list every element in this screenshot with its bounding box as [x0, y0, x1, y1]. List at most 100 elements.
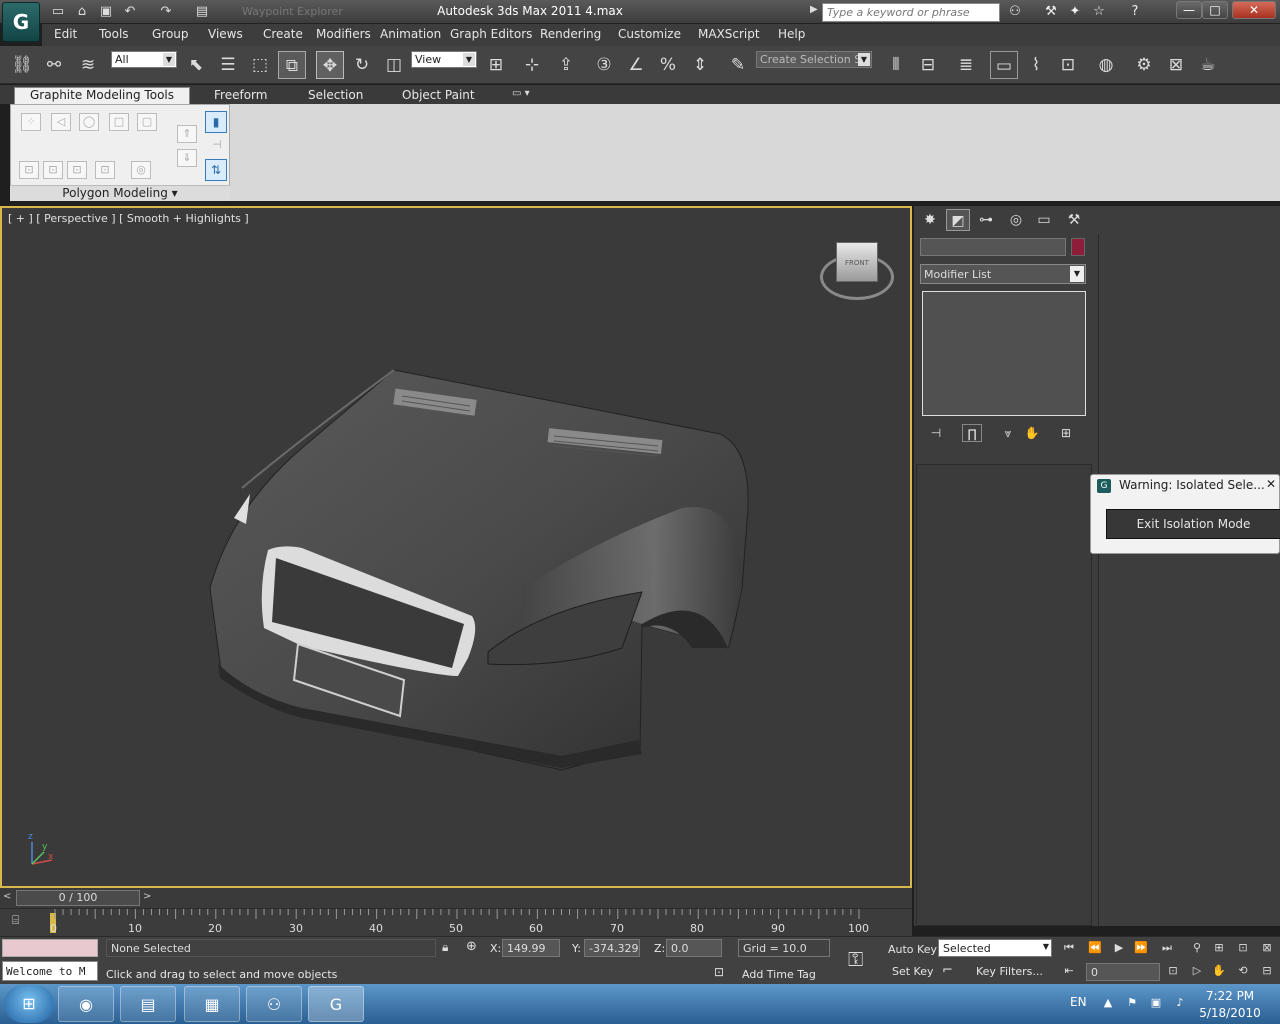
z-coordinate-field[interactable]: 0.0 [666, 939, 722, 957]
select-object-icon[interactable]: ⬉ [182, 51, 210, 79]
rendered-frame-window-icon[interactable]: ⊠ [1162, 51, 1190, 79]
messenger-icon[interactable]: ⚇ [246, 986, 302, 1022]
edge-mode-icon[interactable]: ◁ [51, 113, 71, 131]
start-button[interactable]: ⊞ [4, 985, 54, 1023]
align-icon[interactable]: ⊟ [914, 51, 942, 79]
tab-freeform[interactable]: Freeform [206, 87, 275, 104]
create-tab-icon[interactable]: ✸ [918, 209, 942, 231]
clock-date[interactable]: 5/18/2010 [1195, 1006, 1265, 1020]
select-and-rotate-icon[interactable]: ↻ [348, 51, 376, 79]
modify-mode-icon[interactable]: ⊡ [19, 161, 39, 179]
menu-animation[interactable]: Animation [380, 27, 441, 43]
calculator-icon[interactable]: ▦ [184, 986, 240, 1022]
rectangle-selection-icon[interactable]: ⬚ [246, 51, 274, 79]
object-color-swatch[interactable] [1071, 238, 1085, 256]
modify-tab-icon[interactable]: ◩ [946, 209, 970, 231]
ribbon-options-icon[interactable]: ▭ ▾ [512, 88, 542, 102]
unlink-icon[interactable]: ⚯ [40, 51, 68, 79]
orbit-icon[interactable]: ⟲ [1234, 963, 1252, 979]
pivot-center-icon[interactable]: ⊞ [482, 51, 510, 79]
new-file-icon[interactable]: ▭ [48, 3, 68, 21]
polygon-modeling-label[interactable]: Polygon Modeling ▾ [10, 185, 230, 201]
utilities-tab-icon[interactable]: ⚒ [1062, 209, 1086, 231]
key-mode-dropdown[interactable]: Selected ▼ [938, 939, 1052, 957]
material-editor-icon[interactable]: ◍ [1092, 51, 1120, 79]
select-and-move-icon[interactable]: ✥ [316, 51, 344, 79]
keyboard-shortcut-override-icon[interactable]: ⇪ [552, 51, 580, 79]
current-frame-field[interactable]: 0 [1086, 963, 1160, 981]
select-and-scale-icon[interactable]: ◫ [380, 51, 408, 79]
volume-icon[interactable]: ♪ [1172, 996, 1188, 1012]
play-icon[interactable]: ▶ [1110, 940, 1128, 956]
maximize-viewport-icon[interactable]: ⊟ [1258, 963, 1276, 979]
menu-help[interactable]: Help [778, 27, 805, 43]
zoom-all-icon[interactable]: ⊞ [1210, 940, 1228, 956]
bind-space-warp-icon[interactable]: ≋ [74, 51, 102, 79]
track-bar[interactable]: ⌸ 0 10 20 30 40 50 60 70 80 90 100 [0, 908, 912, 936]
clock-time[interactable]: 7:22 PM [1200, 989, 1260, 1003]
network-icon[interactable]: ▣ [1148, 996, 1164, 1012]
redo-icon[interactable]: ↷ [156, 3, 176, 21]
menu-maxscript[interactable]: MAXScript [698, 27, 760, 43]
x-coordinate-field[interactable]: 149.99 [502, 939, 560, 957]
object-name-field[interactable] [920, 238, 1066, 256]
zoom-extents-all-icon[interactable]: ⊠ [1258, 940, 1276, 956]
explorer-folder-icon[interactable]: ▤ [120, 986, 176, 1022]
undo-icon[interactable]: ↶ [120, 3, 140, 21]
render-setup-icon[interactable]: ⚙ [1130, 51, 1158, 79]
menu-group[interactable]: Group [152, 27, 189, 43]
menu-create[interactable]: Create [263, 27, 303, 43]
element-mode-icon[interactable]: ▢ [137, 113, 157, 131]
render-teapot-icon[interactable]: ☕ [1194, 51, 1222, 79]
zoom-extents-icon[interactable]: ⊡ [1234, 940, 1252, 956]
favorites-star-icon[interactable]: ☆ [1088, 3, 1110, 21]
selection-lock-icon[interactable]: 🔒︎ [442, 940, 448, 955]
reference-coordinate-dropdown[interactable]: View ▼ [411, 51, 477, 68]
remove-modifier-icon[interactable]: ✋ [1022, 424, 1042, 442]
mirror-icon[interactable]: ⫴ [882, 51, 910, 79]
pin-stack-icon[interactable]: ⊣ [207, 137, 227, 155]
previous-key-icon[interactable]: ⏪ [1086, 940, 1104, 956]
firefox-icon[interactable]: ◉ [58, 986, 114, 1022]
select-manipulate-icon[interactable]: ⊹ [518, 51, 546, 79]
menu-modifiers[interactable]: Modifiers [316, 27, 371, 43]
binoculars-icon[interactable]: ⚇ [1004, 3, 1026, 21]
menu-tools[interactable]: Tools [99, 27, 129, 43]
border-mode-icon[interactable]: ◯ [79, 113, 99, 131]
edit-named-selections-icon[interactable]: ✎ [724, 51, 752, 79]
menu-views[interactable]: Views [208, 27, 243, 43]
menu-rendering[interactable]: Rendering [540, 27, 601, 43]
modifier-list-dropdown[interactable]: Modifier List ▼ [920, 264, 1086, 284]
tab-selection[interactable]: Selection [300, 87, 371, 104]
move-up-icon[interactable]: ⇑ [177, 125, 197, 143]
angle-snap-icon[interactable]: ∠ [622, 51, 650, 79]
minimize-button[interactable]: — [1176, 1, 1202, 19]
time-tag-icon[interactable]: ⊡ [714, 965, 724, 979]
show-end-result-button-icon[interactable]: ∏ [962, 424, 982, 442]
help-icon[interactable]: ? [1124, 3, 1146, 21]
configure-modifier-sets-icon[interactable]: ⊞ [1056, 424, 1076, 442]
select-and-link-icon[interactable]: ⛓ [8, 51, 36, 79]
app-logo-icon[interactable]: G [2, 2, 40, 42]
maxscript-welcome[interactable]: Welcome to M [2, 961, 98, 981]
layer-manager-icon[interactable]: ≣ [952, 51, 980, 79]
viewcube[interactable]: FRONT [836, 242, 878, 282]
use-soft-selection-icon[interactable]: ⇅ [205, 159, 227, 181]
language-indicator[interactable]: EN [1070, 995, 1087, 1009]
next-key-icon[interactable]: ⏩ [1132, 940, 1150, 956]
set-key-icon[interactable]: ⚿ [848, 947, 863, 971]
show-end-result-icon[interactable]: ▮ [205, 111, 227, 133]
next-frame-icon[interactable]: > [143, 891, 151, 902]
action-center-icon[interactable]: ⚑ [1124, 996, 1140, 1012]
snaps-toggle-icon[interactable]: ③ [590, 51, 618, 79]
next-modifier-icon[interactable]: ⊡ [67, 161, 87, 179]
maxscript-listener-mini[interactable] [2, 939, 98, 957]
wrench-icon[interactable]: ⚒ [1040, 3, 1062, 21]
menu-graph-editors[interactable]: Graph Editors [450, 27, 532, 43]
named-selection-dropdown[interactable]: Create Selection Se ▼ [756, 51, 872, 68]
collapse-stack-icon[interactable]: ⊡ [95, 161, 115, 179]
move-down-icon[interactable]: ⇓ [177, 149, 197, 167]
motion-tab-icon[interactable]: ◎ [1004, 209, 1028, 231]
polygon-mode-icon[interactable]: □ [109, 113, 129, 131]
pan-view-icon[interactable]: ✋ [1210, 963, 1228, 979]
